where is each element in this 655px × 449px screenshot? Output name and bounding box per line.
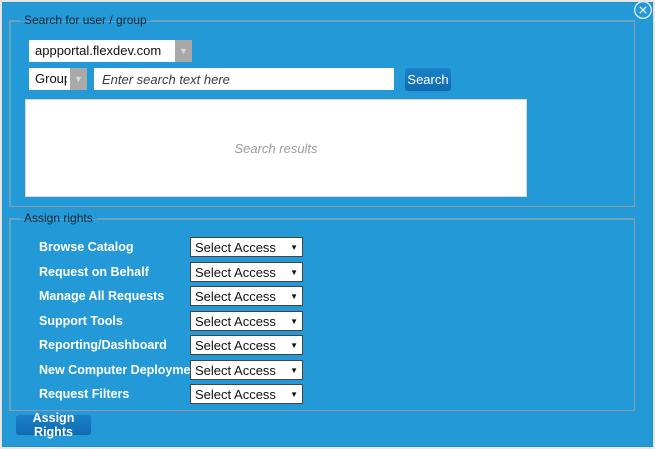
select-access-value: Select Access (191, 338, 276, 353)
search-button[interactable]: Search (405, 68, 451, 91)
search-results-panel: Search results (25, 99, 527, 197)
right-label: Browse Catalog (39, 237, 133, 257)
select-access-value: Select Access (191, 387, 276, 402)
rights-row: Manage All Requests Select Access ▼ (2, 286, 655, 306)
search-scope-arrow-button[interactable]: ▼ (69, 68, 87, 90)
select-access-value: Select Access (191, 289, 276, 304)
search-results-placeholder: Search results (234, 141, 317, 156)
search-scope-value: Group (35, 68, 67, 90)
select-access-dropdown[interactable]: Select Access ▼ (190, 335, 303, 355)
domain-dropdown-arrow-button[interactable]: ▼ (174, 40, 192, 62)
search-groupbox-title: Search for user / group (20, 13, 151, 27)
assign-rights-groupbox-title: Assign rights (20, 211, 97, 225)
chevron-down-icon: ▼ (290, 341, 302, 350)
rights-row: New Computer DeploymentSelect Access ▼ (2, 360, 655, 380)
chevron-down-icon: ▼ (290, 390, 302, 399)
assign-rights-button[interactable]: Assign Rights (16, 415, 91, 435)
right-label: Reporting/Dashboard (39, 335, 167, 355)
chevron-down-icon: ▼ (74, 75, 83, 84)
domain-dropdown-value: appportal.flexdev.com (35, 40, 172, 62)
select-access-value: Select Access (191, 363, 276, 378)
select-access-value: Select Access (191, 265, 276, 280)
rights-row: Request on Behalf Select Access ▼ (2, 262, 655, 282)
close-icon[interactable] (633, 0, 653, 20)
domain-dropdown[interactable]: appportal.flexdev.com ▼ (29, 40, 192, 62)
rights-row: Browse Catalog Select Access ▼ (2, 237, 655, 257)
rights-row: Reporting/Dashboard Select Access ▼ (2, 335, 655, 355)
select-access-dropdown[interactable]: Select Access ▼ (190, 286, 303, 306)
right-label: New Computer Deployment (39, 360, 202, 380)
search-input[interactable] (94, 68, 394, 90)
right-label: Support Tools (39, 311, 123, 331)
select-access-dropdown[interactable]: Select Access ▼ (190, 262, 303, 282)
right-label: Request Filters (39, 384, 129, 404)
select-access-dropdown[interactable]: Select Access ▼ (190, 311, 303, 331)
select-access-value: Select Access (191, 240, 276, 255)
select-access-dropdown[interactable]: Select Access ▼ (190, 237, 303, 257)
right-label: Manage All Requests (39, 286, 164, 306)
chevron-down-icon: ▼ (179, 47, 188, 56)
select-access-dropdown[interactable]: Select Access ▼ (190, 360, 303, 380)
chevron-down-icon: ▼ (290, 292, 302, 301)
select-access-value: Select Access (191, 314, 276, 329)
chevron-down-icon: ▼ (290, 317, 302, 326)
search-scope-dropdown[interactable]: Group ▼ (29, 68, 87, 90)
chevron-down-icon: ▼ (290, 268, 302, 277)
assign-rights-dialog: Search for user / group appportal.flexde… (0, 0, 655, 449)
rights-row: Support Tools Select Access ▼ (2, 311, 655, 331)
rights-row: Request Filters Select Access ▼ (2, 384, 655, 404)
right-label: Request on Behalf (39, 262, 149, 282)
select-access-dropdown[interactable]: Select Access ▼ (190, 384, 303, 404)
chevron-down-icon: ▼ (290, 243, 302, 252)
chevron-down-icon: ▼ (290, 366, 302, 375)
